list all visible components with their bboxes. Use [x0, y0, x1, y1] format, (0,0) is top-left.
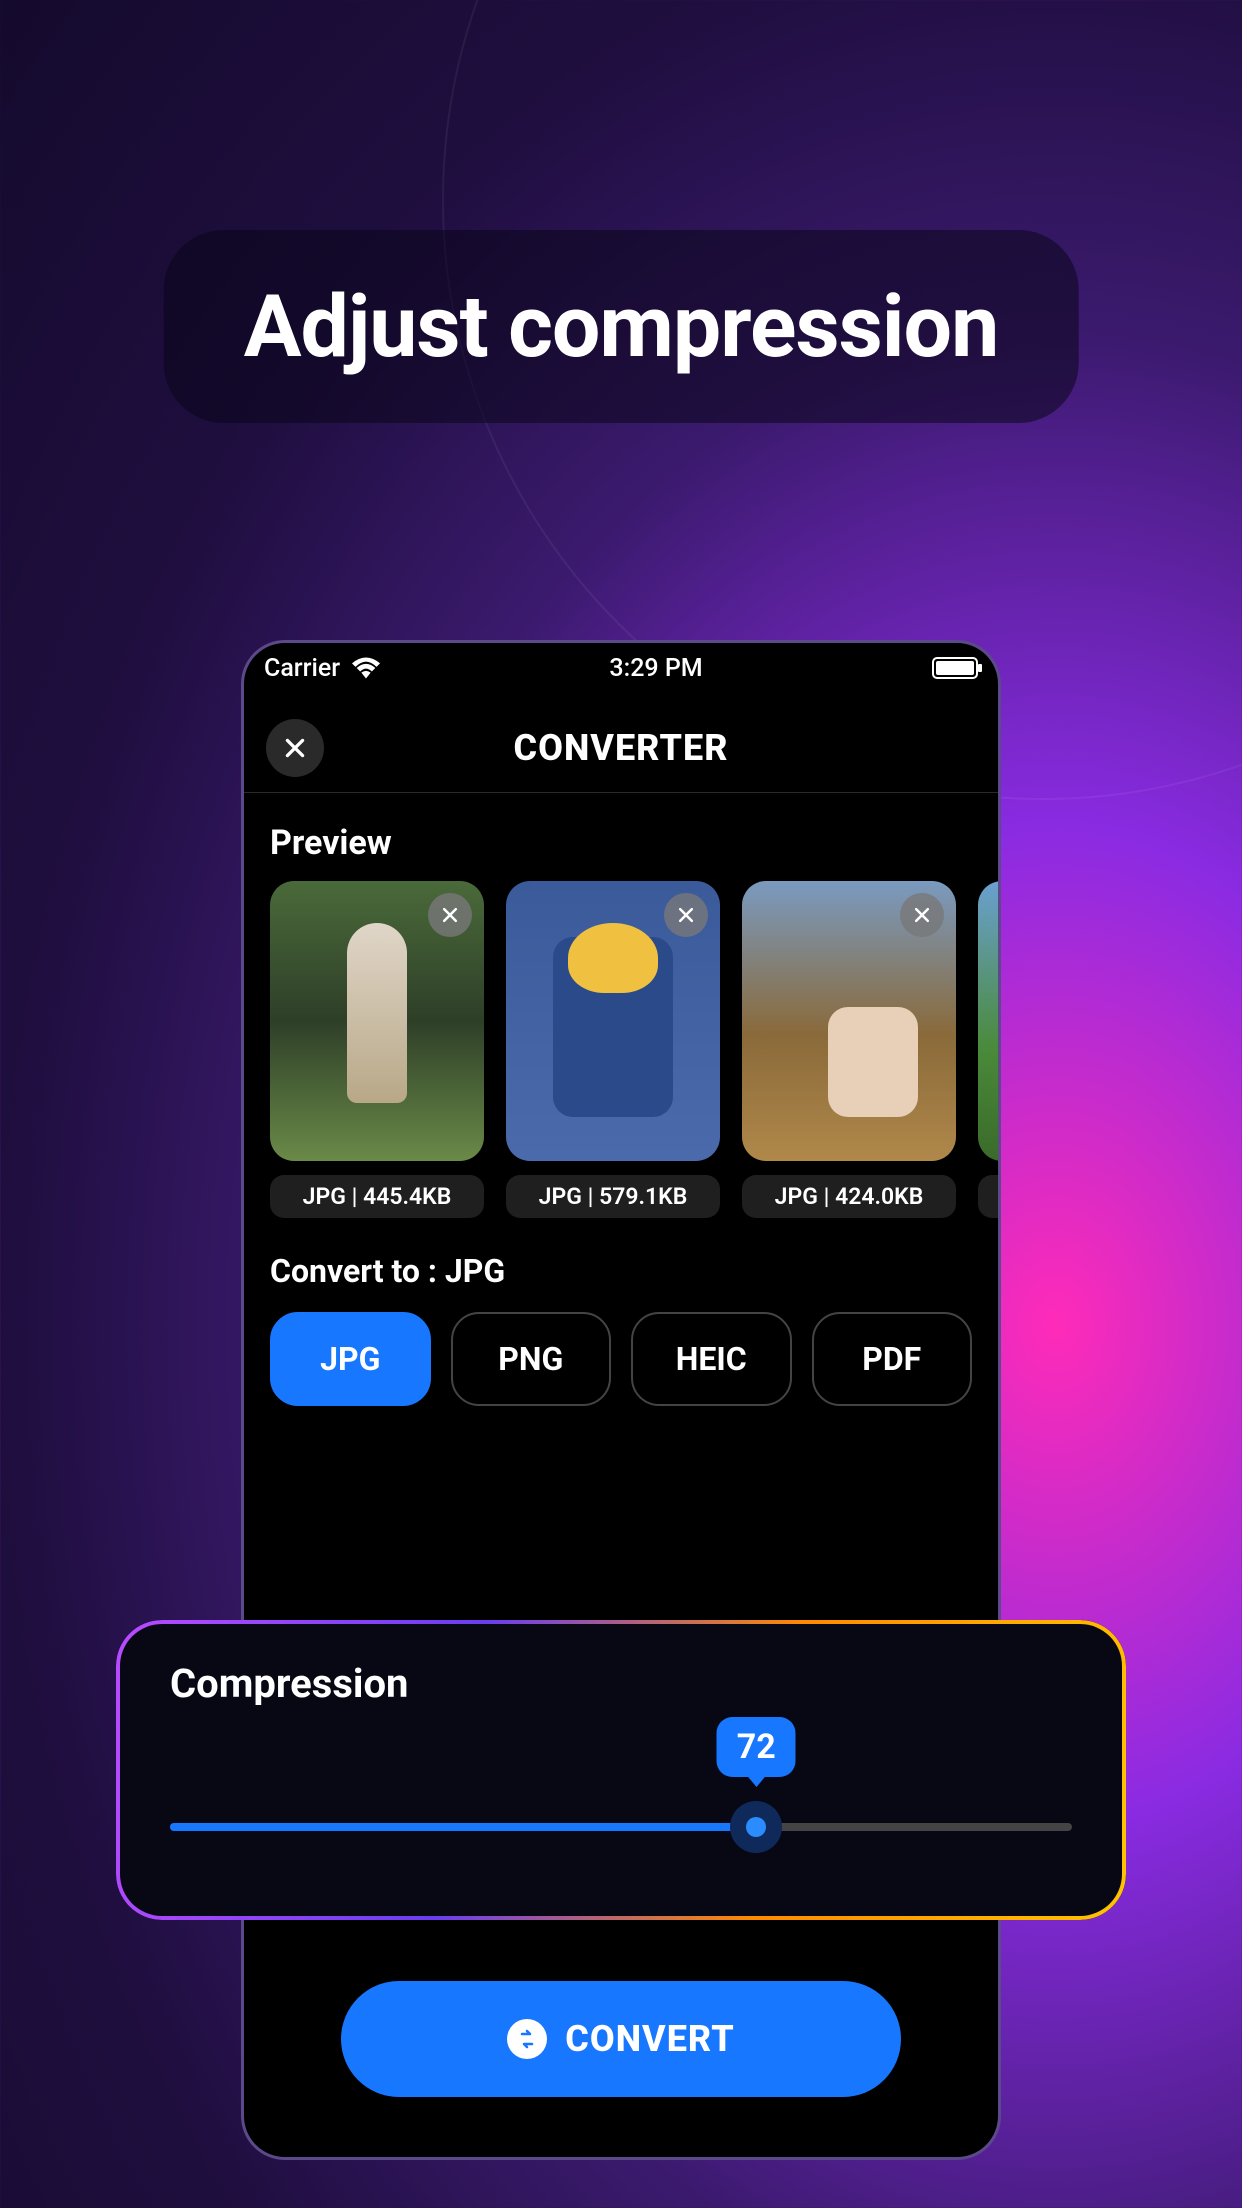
preview-item[interactable]: JPG | 424.0KB: [742, 881, 956, 1218]
format-option-png[interactable]: PNG: [451, 1312, 612, 1406]
preview-item[interactable]: JPG | 445.4KB: [270, 881, 484, 1218]
remove-image-button[interactable]: [900, 893, 944, 937]
thumbnail-meta: JP: [978, 1175, 998, 1218]
page-title: CONVERTER: [514, 727, 729, 769]
status-bar: Carrier 3:29 PM: [244, 643, 998, 693]
carrier-label: Carrier: [264, 654, 340, 683]
slider-value-bubble: 72: [717, 1717, 796, 1777]
thumbnail-image: [978, 881, 998, 1161]
thumbnail-image: [742, 881, 956, 1161]
thumbnail-image: [270, 881, 484, 1161]
marketing-headline: Adjust compression: [164, 230, 1079, 423]
format-selector: JPG PNG HEIC PDF: [244, 1312, 998, 1406]
compression-panel: Compression 72: [116, 1620, 1126, 1920]
preview-item[interactable]: JPG | 579.1KB: [506, 881, 720, 1218]
preview-item[interactable]: JP: [978, 881, 998, 1218]
close-icon: [282, 735, 308, 761]
preview-strip[interactable]: JPG | 445.4KB JPG | 579.1KB JPG | 424.0K…: [244, 881, 998, 1218]
convert-button-label: CONVERT: [565, 2018, 734, 2060]
close-button[interactable]: [266, 719, 324, 777]
thumbnail-image: [506, 881, 720, 1161]
close-icon: [912, 905, 932, 925]
thumbnail-meta: JPG | 424.0KB: [742, 1175, 956, 1218]
slider-fill: [170, 1823, 756, 1831]
format-option-jpg[interactable]: JPG: [270, 1312, 431, 1406]
thumbnail-meta: JPG | 579.1KB: [506, 1175, 720, 1218]
format-option-heic[interactable]: HEIC: [631, 1312, 792, 1406]
convert-icon: [507, 2019, 547, 2059]
remove-image-button[interactable]: [664, 893, 708, 937]
battery-icon: [932, 657, 978, 679]
clock: 3:29 PM: [609, 654, 702, 683]
page-header: CONVERTER: [244, 703, 998, 793]
preview-label: Preview: [244, 793, 998, 881]
close-icon: [676, 905, 696, 925]
thumbnail-meta: JPG | 445.4KB: [270, 1175, 484, 1218]
convert-to-label: Convert to : JPG: [244, 1218, 998, 1312]
slider-thumb[interactable]: [730, 1801, 782, 1853]
format-option-pdf[interactable]: PDF: [812, 1312, 973, 1406]
convert-button[interactable]: CONVERT: [341, 1981, 901, 2097]
wifi-icon: [352, 657, 380, 679]
compression-label: Compression: [170, 1660, 1072, 1707]
compression-slider[interactable]: 72: [170, 1797, 1072, 1857]
phone-frame: Carrier 3:29 PM CONVERTER Preview JPG | …: [241, 640, 1001, 2160]
remove-image-button[interactable]: [428, 893, 472, 937]
close-icon: [440, 905, 460, 925]
